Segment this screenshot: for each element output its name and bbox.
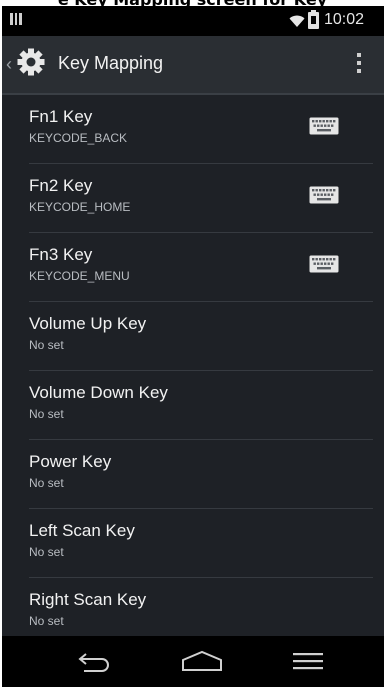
gear-icon[interactable] (16, 47, 46, 77)
list-item-left-scan-key[interactable]: Left Scan Key No set (29, 509, 373, 578)
item-title: Power Key (29, 452, 112, 471)
list-item-fn2-key[interactable]: Fn2 Key KEYCODE_HOME (29, 164, 373, 233)
recents-icon[interactable] (291, 650, 325, 672)
keyboard-icon[interactable] (309, 186, 339, 204)
item-value: KEYCODE_HOME (29, 200, 131, 214)
item-title: Fn1 Key (29, 107, 93, 126)
keyboard-icon[interactable] (309, 255, 339, 273)
action-bar: ‹ Key Mapping (2, 36, 384, 95)
wifi-icon (289, 15, 305, 27)
battery-icon (308, 10, 319, 29)
page-title: Key Mapping (58, 53, 164, 73)
list-item-volume-down-key[interactable]: Volume Down Key No set (29, 371, 373, 440)
item-value: KEYCODE_MENU (29, 269, 130, 283)
list-item-fn1-key[interactable]: Fn1 Key KEYCODE_BACK (29, 95, 373, 164)
key-list: Fn1 Key KEYCODE_BACK Fn2 Key KEYCODE_HOM… (2, 95, 384, 646)
item-title: Left Scan Key (29, 521, 135, 540)
list-item-fn3-key[interactable]: Fn3 Key KEYCODE_MENU (29, 233, 373, 302)
status-bar: 10:02 (2, 6, 384, 36)
keyboard-icon[interactable] (309, 117, 339, 135)
item-value: No set (29, 614, 64, 628)
home-icon[interactable] (180, 650, 224, 672)
item-value: No set (29, 407, 64, 421)
up-navigation-icon[interactable]: ‹ (6, 55, 12, 73)
list-item-volume-up-key[interactable]: Volume Up Key No set (29, 302, 373, 371)
item-value: No set (29, 545, 64, 559)
item-title: Fn3 Key (29, 245, 93, 264)
status-time: 10:02 (324, 11, 365, 28)
navigation-bar (2, 636, 384, 687)
item-title: Right Scan Key (29, 590, 147, 609)
item-title: Volume Up Key (29, 314, 147, 333)
phone-screen: 10:02 ‹ Key Mapping Fn1 Key KEYCODE_BACK… (2, 6, 384, 687)
item-value: No set (29, 476, 64, 490)
item-value: KEYCODE_BACK (29, 131, 128, 145)
item-title: Fn2 Key (29, 176, 93, 195)
item-title: Volume Down Key (29, 383, 168, 402)
overflow-menu-icon[interactable] (357, 53, 363, 75)
back-icon[interactable] (74, 648, 114, 674)
item-value: No set (29, 338, 64, 352)
notification-icon (10, 13, 22, 25)
list-item-power-key[interactable]: Power Key No set (29, 440, 373, 509)
